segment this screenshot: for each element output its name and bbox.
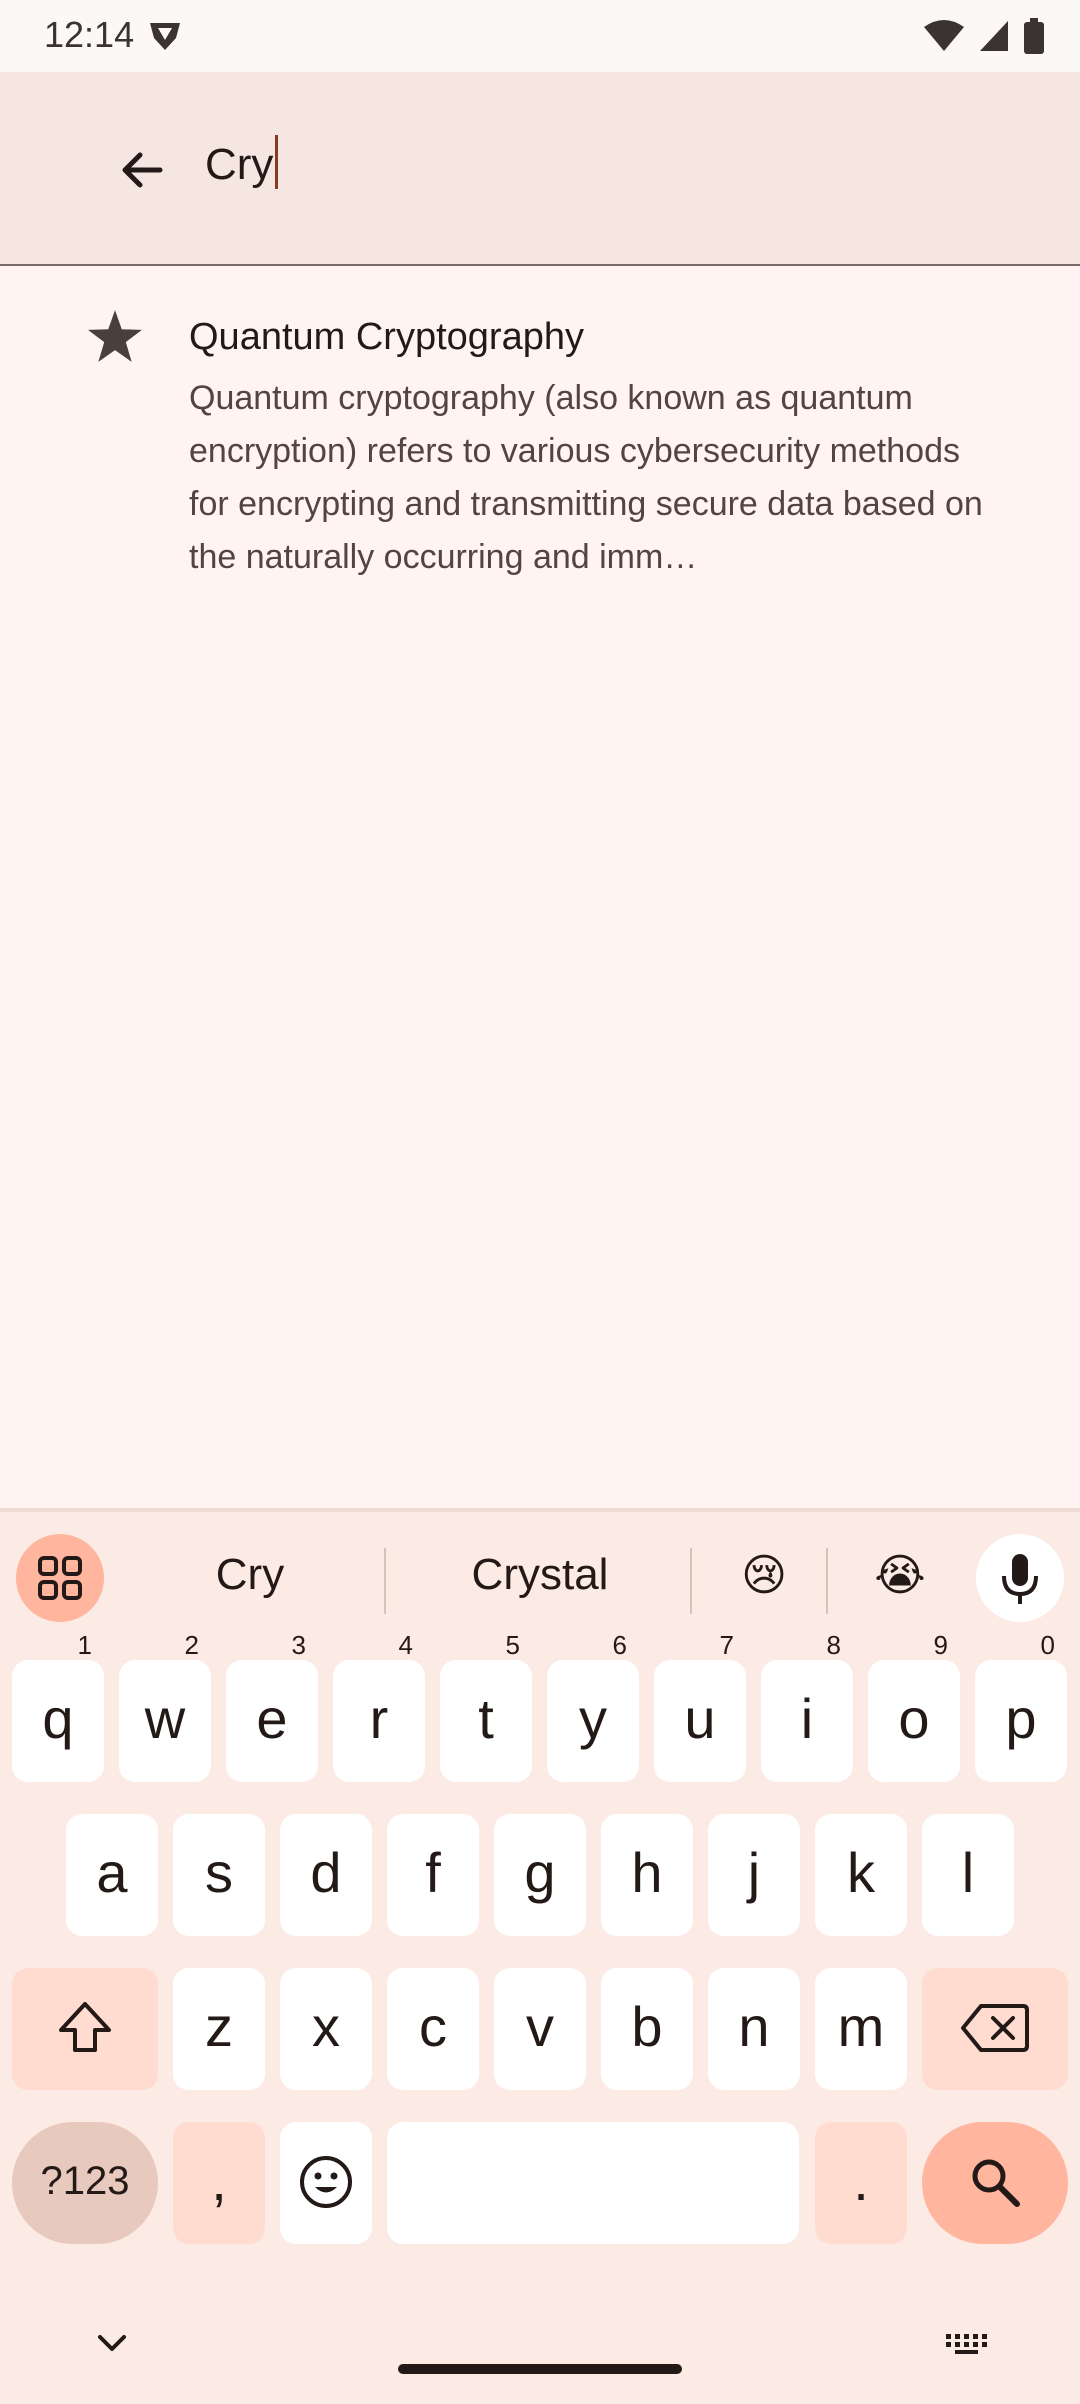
key-x[interactable]: x — [280, 1968, 372, 2090]
key-d[interactable]: d — [280, 1814, 372, 1936]
key-k[interactable]: k — [815, 1814, 907, 1936]
hide-keyboard-chevron-icon[interactable] — [92, 2328, 132, 2363]
key-hint: 0 — [1040, 1630, 1055, 1660]
emoji-key[interactable] — [280, 2122, 372, 2244]
key-i[interactable]: i8 — [761, 1632, 853, 1782]
emoji-suggestion-2[interactable]: 😭 — [840, 1550, 960, 1601]
key-r[interactable]: r4 — [333, 1632, 425, 1782]
cellular-signal-icon — [978, 19, 1010, 58]
key-label: e — [256, 1687, 288, 1750]
key-p[interactable]: p0 — [975, 1632, 1067, 1782]
shield-icon — [148, 20, 182, 57]
key-a[interactable]: a — [66, 1814, 158, 1936]
key-hint: 3 — [291, 1630, 306, 1660]
key-n[interactable]: n — [708, 1968, 800, 2090]
key-j[interactable]: j — [708, 1814, 800, 1936]
key-hint: 6 — [612, 1630, 627, 1660]
suggestion-divider — [826, 1548, 828, 1614]
key-hint: 8 — [826, 1630, 841, 1660]
navigation-bar — [0, 2300, 1080, 2400]
wifi-icon — [924, 19, 964, 58]
voice-input-button[interactable] — [976, 1534, 1064, 1622]
key-b[interactable]: b — [601, 1968, 693, 2090]
suggestion-divider — [384, 1548, 386, 1614]
key-label: i — [800, 1687, 814, 1750]
key-hint: 7 — [719, 1630, 734, 1660]
key-hint: 2 — [184, 1630, 199, 1660]
home-indicator[interactable] — [398, 2364, 682, 2374]
key-o[interactable]: o9 — [868, 1632, 960, 1782]
symbols-key[interactable]: ?123 — [12, 2122, 158, 2244]
suggestion-divider — [690, 1548, 692, 1614]
key-c[interactable]: c — [387, 1968, 479, 2090]
result-title: Quantum Cryptography — [189, 316, 584, 358]
search-input[interactable]: Cry — [205, 135, 279, 190]
battery-icon — [1024, 18, 1044, 59]
key-label: p — [1005, 1687, 1037, 1750]
shift-key[interactable] — [12, 1968, 158, 2090]
microphone-icon — [1002, 1554, 1038, 1604]
suggestion-1[interactable]: Cry — [140, 1550, 360, 1600]
keyboard-switch-icon[interactable] — [944, 2332, 992, 2361]
key-g[interactable]: g — [494, 1814, 586, 1936]
shift-icon — [59, 2002, 111, 2052]
key-label: t — [478, 1687, 494, 1750]
key-q[interactable]: q1 — [12, 1632, 104, 1782]
key-hint: 5 — [505, 1630, 520, 1660]
search-action-button[interactable] — [922, 2122, 1068, 2244]
emoji-suggestion-1[interactable]: 😢 — [704, 1550, 824, 1601]
key-hint: 1 — [77, 1630, 92, 1660]
key-hint: 9 — [933, 1630, 948, 1660]
key-u[interactable]: u7 — [654, 1632, 746, 1782]
key-y[interactable]: y6 — [547, 1632, 639, 1782]
key-label: u — [684, 1687, 716, 1750]
status-bar: 12:14 — [0, 0, 1080, 72]
status-time: 12:14 — [44, 14, 135, 55]
back-arrow-icon — [122, 152, 163, 188]
key-hint: 4 — [398, 1630, 413, 1660]
emoji-smiley-icon — [300, 2156, 352, 2208]
search-icon — [972, 2159, 1020, 2207]
key-f[interactable]: f — [387, 1814, 479, 1936]
key-w[interactable]: w2 — [119, 1632, 211, 1782]
backspace-icon — [961, 2004, 1029, 2052]
key-l[interactable]: l — [922, 1814, 1014, 1936]
star-icon — [88, 310, 142, 367]
result-description: Quantum cryptography (also known as quan… — [189, 379, 983, 576]
comma-key[interactable]: , — [173, 2122, 265, 2244]
suggestion-2[interactable]: Crystal — [410, 1550, 670, 1600]
key-label: o — [898, 1687, 930, 1750]
back-button[interactable] — [112, 140, 172, 200]
key-t[interactable]: t5 — [440, 1632, 532, 1782]
key-m[interactable]: m — [815, 1968, 907, 2090]
backspace-key[interactable] — [922, 1968, 1068, 2090]
apps-grid-icon — [38, 1556, 82, 1600]
key-label: r — [369, 1687, 389, 1750]
period-key[interactable]: . — [815, 2122, 907, 2244]
search-input-text: Cry — [205, 140, 274, 189]
key-e[interactable]: e3 — [226, 1632, 318, 1782]
keyboard-menu-button[interactable] — [16, 1534, 104, 1622]
key-h[interactable]: h — [601, 1814, 693, 1936]
key-label: w — [144, 1687, 186, 1750]
key-label: q — [42, 1687, 74, 1750]
suggestion-strip: Cry Crystal 😢 😭 — [0, 1512, 1080, 1640]
key-s[interactable]: s — [173, 1814, 265, 1936]
text-cursor — [275, 135, 279, 189]
space-bar[interactable] — [387, 2122, 799, 2244]
key-label: y — [579, 1687, 607, 1750]
key-z[interactable]: z — [173, 1968, 265, 2090]
keyboard: Cry Crystal 😢 😭 q1 w2 e3 r4 t5 y6 u7 i8 … — [0, 1508, 1080, 2404]
key-v[interactable]: v — [494, 1968, 586, 2090]
